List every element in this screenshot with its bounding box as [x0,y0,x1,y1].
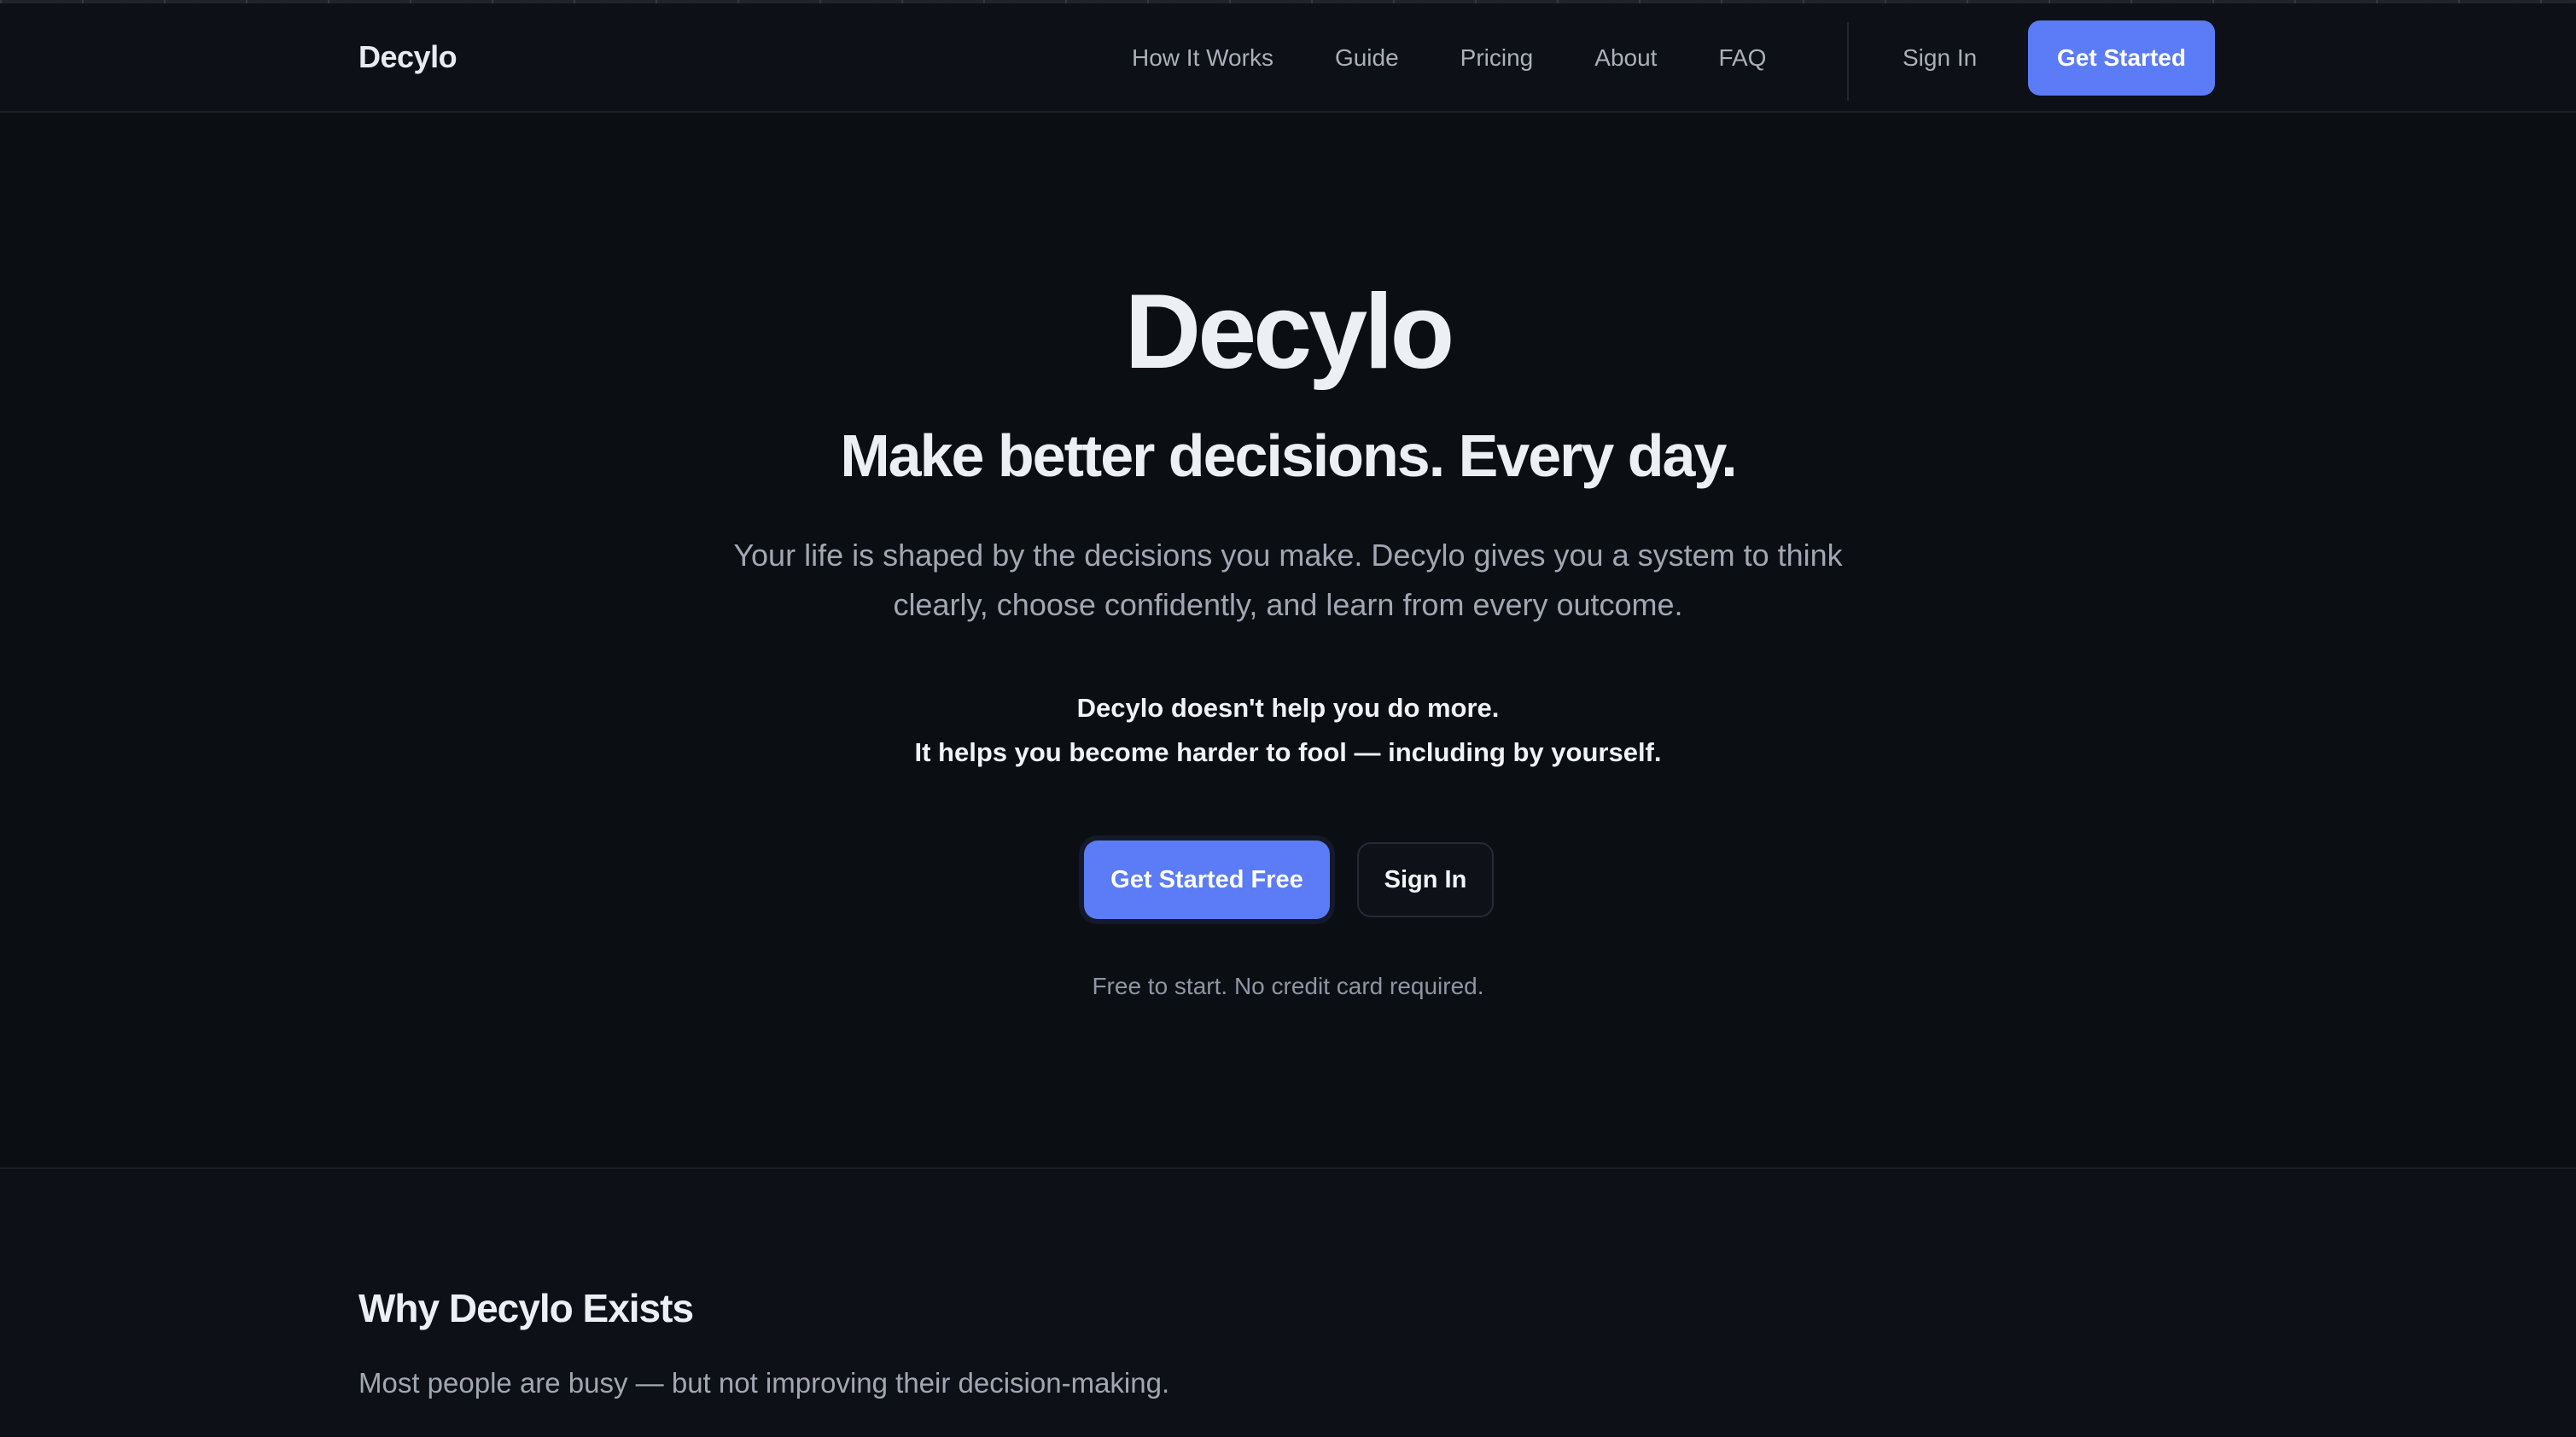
get-started-free-button[interactable]: Get Started Free [1084,841,1330,919]
brand-logo[interactable]: Decylo [358,39,458,75]
nav-get-started-button[interactable]: Get Started [2028,20,2215,96]
why-section: Why Decylo Exists Most people are busy —… [0,1171,2576,1437]
nav-divider [1847,22,1849,101]
hero-sign-in-button[interactable]: Sign In [1357,842,1494,917]
why-title: Why Decylo Exists [358,1286,694,1330]
hero-tagline-line-1: Decylo doesn't help you do more. [1076,693,1500,723]
nav-sign-in-link[interactable]: Sign In [1903,44,1977,72]
hero-subtitle: Make better decisions. Every day. [840,422,1737,489]
top-navigation: Decylo How It Works Guide Pricing About … [0,3,2576,113]
why-text: Most people are busy — but not improving… [358,1367,1170,1399]
nav-link-pricing[interactable]: Pricing [1460,44,1534,72]
hero-note: Free to start. No credit card required. [1092,973,1484,999]
hero-tagline: Decylo doesn't help you do more. It help… [0,686,2576,775]
nav-link-faq[interactable]: FAQ [1718,44,1766,72]
hero-title: Decylo [1124,273,1455,391]
nav-link-how-it-works[interactable]: How It Works [1132,44,1273,72]
nav-link-guide[interactable]: Guide [1335,44,1399,72]
nav-links: How It Works Guide Pricing About FAQ [1132,44,1827,72]
hero-description: Your life is shaped by the decisions you… [733,538,1843,622]
hero-tagline-line-2: It helps you become harder to fool — inc… [914,737,1662,767]
hero-buttons: Get Started Free Sign In [0,841,2576,919]
hero-section: Decylo Make better decisions. Every day.… [0,114,2576,1169]
nav-link-about[interactable]: About [1594,44,1657,72]
